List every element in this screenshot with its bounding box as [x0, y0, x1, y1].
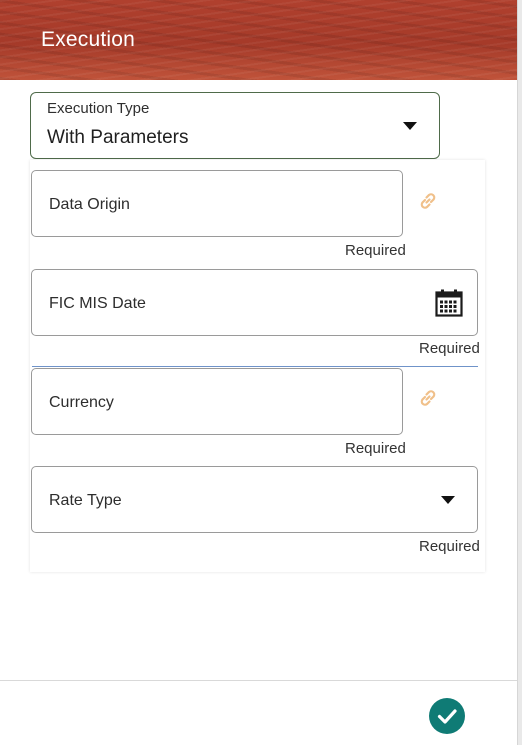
header-title: Execution — [41, 28, 136, 51]
chevron-down-icon — [403, 122, 417, 130]
currency-field[interactable]: Currency — [31, 368, 403, 435]
rate-type-label: Rate Type — [49, 492, 122, 509]
data-origin-label: Data Origin — [49, 196, 130, 213]
execution-type-value: With Parameters — [47, 127, 189, 148]
footer-divider — [0, 680, 517, 681]
rate-type-select[interactable]: Rate Type — [31, 466, 478, 533]
check-circle-icon — [437, 709, 457, 724]
fic-mis-date-required: Required — [419, 340, 480, 357]
scrollbar-edge[interactable] — [517, 0, 522, 745]
data-origin-field[interactable]: Data Origin — [31, 170, 403, 237]
link-icon[interactable] — [416, 189, 440, 213]
fic-mis-date-label: FIC MIS Date — [49, 295, 146, 312]
rate-type-required: Required — [419, 538, 480, 555]
link-icon[interactable] — [416, 386, 440, 410]
execution-type-label: Execution Type — [47, 100, 150, 117]
data-origin-required: Required — [345, 242, 406, 259]
fic-mis-date-field[interactable]: FIC MIS Date — [31, 269, 478, 336]
currency-label: Currency — [49, 394, 114, 411]
panel-header: Execution — [0, 0, 517, 80]
currency-required: Required — [345, 440, 406, 457]
confirm-button[interactable] — [429, 698, 465, 734]
chevron-down-icon — [441, 496, 455, 504]
execution-panel: Execution Execution Type With Parameters… — [0, 0, 517, 745]
execution-type-select[interactable]: Execution Type With Parameters — [30, 92, 440, 159]
calendar-icon[interactable] — [434, 288, 464, 318]
section-divider — [32, 366, 478, 367]
